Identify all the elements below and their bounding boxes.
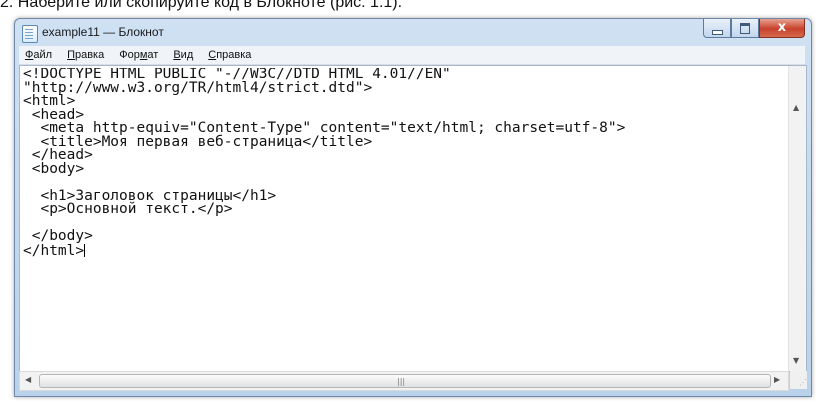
horizontal-scrollbar[interactable]: ◀ ||| ▶ [19, 371, 789, 391]
maximize-button[interactable] [731, 19, 759, 38]
figure-caption: 2. Наберите или скопируйте код в Блокнот… [0, 0, 403, 11]
grip-icon: ||| [397, 377, 406, 386]
caption-buttons: x [703, 19, 805, 39]
title-bar[interactable]: example11 — Блокнот x [15, 19, 811, 45]
code-line: "http://www.w3.org/TR/html4/strict.dtd"> [23, 79, 373, 96]
scroll-right-icon[interactable]: ▶ [774, 375, 780, 384]
code-line: <body> [23, 160, 85, 177]
code-line: </head> [23, 147, 93, 163]
size-grip-icon[interactable]: ⋰ [790, 371, 807, 389]
code-line: </body> [23, 228, 93, 244]
menu-file[interactable]: Файл [24, 49, 53, 61]
editor-text[interactable]: <!DOCTYPE HTML PUBLIC "-//W3C//DTD HTML … [23, 68, 786, 371]
code-line: <title>Моя первая веб-страница</title> [23, 133, 373, 150]
notepad-icon [22, 25, 38, 43]
menu-edit[interactable]: Правка [66, 49, 105, 61]
code-line: <p>Основной текст.</p> [23, 201, 233, 217]
close-button[interactable]: x [759, 19, 805, 38]
menu-format[interactable]: Формат [118, 49, 159, 61]
scroll-left-icon[interactable]: ◀ [25, 375, 31, 384]
window-title: example11 — Блокнот [42, 25, 164, 39]
minimize-icon [712, 30, 723, 35]
close-icon: x [777, 20, 787, 35]
scroll-up-icon[interactable]: ▲ [793, 103, 799, 112]
menu-help[interactable]: Справка [207, 49, 252, 61]
maximize-icon [740, 23, 750, 34]
menu-bar: Файл Правка Формат Вид Справка [19, 46, 805, 65]
code-line: <html> [23, 93, 76, 109]
vertical-scrollbar[interactable]: ▲ ▼ [788, 66, 806, 371]
code-line: </html> [23, 242, 86, 259]
horizontal-scroll-thumb[interactable]: ||| [39, 374, 771, 388]
notepad-window: example11 — Блокнот x Файл Правка Формат… [14, 18, 812, 397]
minimize-button[interactable] [703, 19, 731, 38]
menu-view[interactable]: Вид [172, 49, 194, 61]
text-caret [84, 243, 86, 257]
text-editor[interactable]: <!DOCTYPE HTML PUBLIC "-//W3C//DTD HTML … [19, 65, 807, 372]
scroll-down-icon[interactable]: ▼ [793, 356, 799, 365]
code-line: ​ [23, 217, 786, 231]
